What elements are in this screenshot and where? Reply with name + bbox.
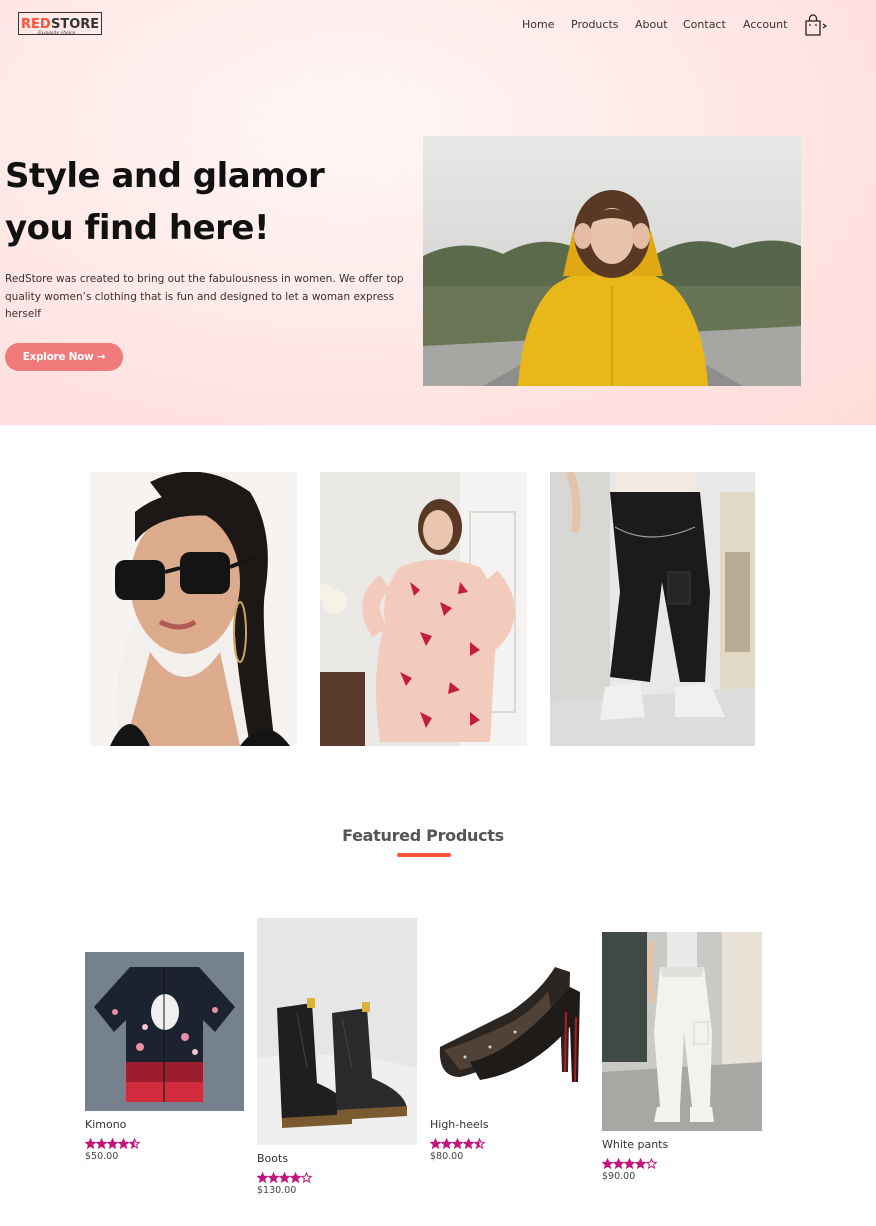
star-full-icon <box>84 1137 97 1150</box>
nav-account[interactable]: Account <box>743 18 787 31</box>
product-name[interactable]: High-heels <box>430 1118 489 1131</box>
nav-about[interactable]: About <box>635 18 668 31</box>
star-full-icon <box>289 1171 302 1184</box>
star-full-icon <box>95 1137 108 1150</box>
category-image-sunglasses[interactable] <box>90 472 297 746</box>
product-price: $130.00 <box>257 1185 297 1196</box>
product-card-boots[interactable]: Boots $130.00 <box>256 918 417 1203</box>
title-underline <box>397 853 451 857</box>
star-full-icon <box>278 1171 291 1184</box>
star-full-icon <box>451 1137 464 1150</box>
hero-title-line2: you find here! <box>5 208 270 248</box>
product-name[interactable]: Boots <box>257 1152 288 1165</box>
product-price: $80.00 <box>430 1151 464 1162</box>
product-card-high-heels[interactable]: High-heels $80.00 <box>429 952 589 1167</box>
nav-home[interactable]: Home <box>522 18 554 31</box>
shopping-bag-icon[interactable] <box>803 14 831 38</box>
product-name[interactable]: White pants <box>602 1138 668 1151</box>
star-half-icon <box>473 1137 486 1150</box>
hero-image <box>423 136 801 386</box>
nav-products[interactable]: Products <box>571 18 619 31</box>
hero-title-line1: Style and glamor <box>5 156 325 196</box>
product-image-white-pants[interactable] <box>602 932 762 1131</box>
hero-description: RedStore was created to bring out the fa… <box>5 273 404 320</box>
star-full-icon <box>429 1137 442 1150</box>
product-image-boots[interactable] <box>257 918 417 1145</box>
category-image-floral-dress[interactable] <box>320 472 527 746</box>
logo-red-text: RED <box>21 17 51 32</box>
star-full-icon <box>601 1157 614 1170</box>
logo-tagline: Exquisite choice <box>37 30 76 36</box>
product-price: $50.00 <box>85 1151 119 1162</box>
star-full-icon <box>256 1171 269 1184</box>
star-empty-icon <box>300 1171 313 1184</box>
rating-stars <box>429 1135 492 1150</box>
rating-stars <box>601 1155 664 1170</box>
product-image-high-heels[interactable] <box>430 952 589 1111</box>
logo-store-text: STORE <box>51 17 99 32</box>
product-card-white-pants[interactable]: White pants $90.00 <box>601 932 762 1187</box>
featured-products-title: Featured Products <box>342 826 504 845</box>
product-image-kimono[interactable] <box>85 952 244 1111</box>
product-price: $90.00 <box>602 1171 636 1182</box>
rating-stars <box>84 1135 147 1150</box>
star-full-icon <box>267 1171 280 1184</box>
nav-contact[interactable]: Contact <box>683 18 726 31</box>
star-half-icon <box>128 1137 141 1150</box>
star-full-icon <box>612 1157 625 1170</box>
category-image-cargo-pants[interactable] <box>550 472 755 746</box>
star-full-icon <box>634 1157 647 1170</box>
star-full-icon <box>106 1137 119 1150</box>
star-full-icon <box>440 1137 453 1150</box>
star-full-icon <box>623 1157 636 1170</box>
explore-now-button[interactable]: Explore Now → <box>5 343 123 371</box>
star-full-icon <box>462 1137 475 1150</box>
product-card-kimono[interactable]: Kimono $50.00 <box>84 952 244 1167</box>
redstore-logo[interactable]: RED STORE Exquisite choice <box>18 12 102 36</box>
star-full-icon <box>117 1137 130 1150</box>
star-empty-icon <box>645 1157 658 1170</box>
rating-stars <box>256 1169 319 1184</box>
hero-title: Style and glamor you find here! <box>5 150 405 254</box>
product-name[interactable]: Kimono <box>85 1118 126 1131</box>
